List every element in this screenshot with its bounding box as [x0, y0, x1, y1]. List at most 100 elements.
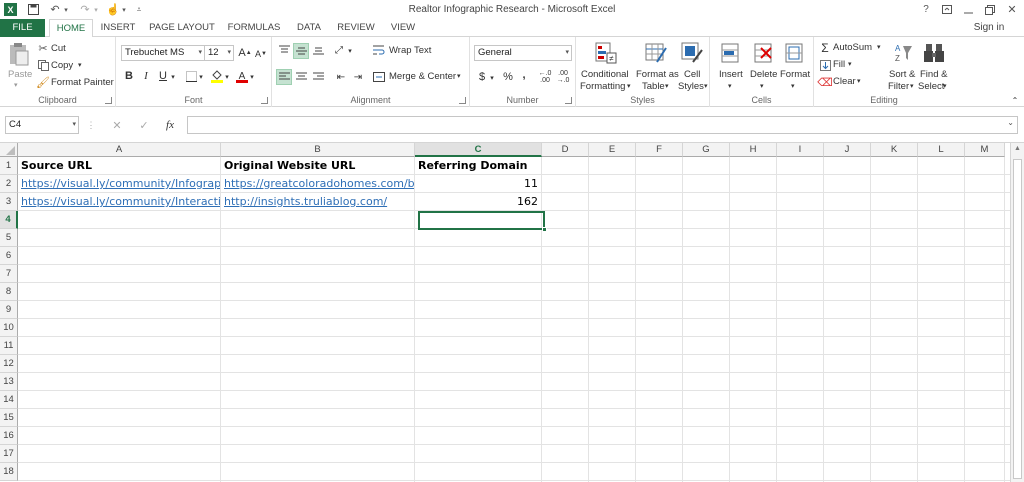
cell-a1[interactable]: Source URL: [18, 157, 220, 175]
currency-button[interactable]: $: [476, 69, 488, 85]
row-header-12[interactable]: 12: [0, 355, 18, 373]
underline-button[interactable]: U: [156, 68, 170, 84]
merge-dropdown-icon[interactable]: ▾: [457, 72, 461, 80]
format-painter-button[interactable]: Format Painter: [51, 77, 114, 88]
column-header-d[interactable]: D: [542, 143, 589, 157]
expand-formula-bar-icon[interactable]: ⌄: [1007, 118, 1014, 127]
conditional-formatting-label-1[interactable]: Conditional: [581, 69, 629, 80]
format-painter-icon[interactable]: 🖌: [36, 76, 50, 89]
italic-button[interactable]: I: [139, 68, 153, 84]
column-header-m[interactable]: M: [965, 143, 1005, 157]
row-header-14[interactable]: 14: [0, 391, 18, 409]
copy-dropdown-icon[interactable]: ▾: [78, 61, 82, 69]
currency-dropdown-icon[interactable]: ▾: [488, 70, 496, 86]
fill-color-icon[interactable]: [210, 67, 224, 85]
merge-center-icon[interactable]: [372, 69, 386, 85]
format-table-dropdown-icon[interactable]: ▾: [665, 82, 669, 90]
close-icon[interactable]: ✕: [1006, 2, 1018, 17]
paste-icon[interactable]: [6, 41, 32, 67]
clear-button[interactable]: Clear: [833, 76, 856, 87]
cell-styles-label-1[interactable]: Cell: [684, 69, 700, 80]
column-header-c[interactable]: C: [415, 143, 542, 157]
name-box[interactable]: C4 ▾: [5, 116, 79, 134]
clear-icon[interactable]: ⌫: [817, 75, 833, 89]
conditional-dropdown-icon[interactable]: ▾: [627, 82, 631, 90]
tab-formulas[interactable]: FORMULAS: [224, 19, 284, 37]
row-header-5[interactable]: 5: [0, 229, 18, 247]
formula-input[interactable]: ⌄: [187, 116, 1018, 134]
sort-filter-dropdown-icon[interactable]: ▾: [910, 82, 914, 90]
format-as-table-icon[interactable]: [644, 41, 668, 65]
font-name-select[interactable]: Trebuchet MS ▾: [121, 45, 205, 61]
font-size-select[interactable]: 12 ▾: [204, 45, 234, 61]
column-header-g[interactable]: G: [683, 143, 730, 157]
column-header-j[interactable]: J: [824, 143, 871, 157]
row-header-9[interactable]: 9: [0, 301, 18, 319]
borders-icon[interactable]: [184, 68, 198, 84]
row-header-16[interactable]: 16: [0, 427, 18, 445]
number-format-select[interactable]: General ▾: [474, 45, 572, 61]
column-header-a[interactable]: A: [18, 143, 221, 157]
column-header-e[interactable]: E: [589, 143, 636, 157]
find-select-label-1[interactable]: Find &: [920, 69, 947, 80]
insert-button[interactable]: Insert: [719, 69, 743, 80]
collapse-ribbon-icon[interactable]: ⌃: [1010, 95, 1020, 105]
row-header-6[interactable]: 6: [0, 247, 18, 265]
align-left-icon[interactable]: [276, 69, 292, 85]
row-header-13[interactable]: 13: [0, 373, 18, 391]
column-header-h[interactable]: H: [730, 143, 777, 157]
sign-in-link[interactable]: Sign in: [964, 19, 1014, 37]
tab-page-layout[interactable]: PAGE LAYOUT: [146, 19, 218, 37]
cut-button[interactable]: Cut: [51, 43, 66, 54]
vertical-scrollbar[interactable]: ▲: [1010, 143, 1024, 482]
delete-dropdown-icon[interactable]: ▾: [760, 82, 764, 90]
confirm-entry-icon[interactable]: ✓: [137, 117, 151, 133]
find-select-dropdown-icon[interactable]: ▾: [943, 82, 947, 90]
borders-dropdown-icon[interactable]: ▾: [197, 69, 205, 85]
find-select-label-2[interactable]: Select: [918, 81, 944, 92]
paste-dropdown-icon[interactable]: ▾: [14, 81, 18, 89]
underline-dropdown-icon[interactable]: ▾: [169, 69, 177, 85]
middle-align-icon[interactable]: [293, 43, 309, 59]
font-color-icon[interactable]: A: [235, 67, 249, 85]
row-header-2[interactable]: 2: [0, 175, 18, 193]
row-header-4[interactable]: 4: [0, 211, 18, 229]
restore-icon[interactable]: [984, 2, 996, 17]
bold-button[interactable]: B: [122, 68, 136, 84]
cell-styles-label-2[interactable]: Styles: [678, 81, 704, 92]
tab-insert[interactable]: INSERT: [98, 19, 138, 37]
cell-b3[interactable]: http://insights.truliablog.com/: [221, 193, 414, 211]
orientation-icon[interactable]: ⤢: [332, 43, 346, 57]
clear-dropdown-icon[interactable]: ▾: [857, 77, 861, 85]
format-as-table-label-2[interactable]: Table: [642, 81, 665, 92]
fill-button[interactable]: Fill: [833, 59, 845, 70]
cell-c2[interactable]: 11: [415, 175, 541, 193]
copy-button[interactable]: Copy: [51, 60, 73, 71]
find-select-icon[interactable]: [922, 41, 946, 65]
top-align-icon[interactable]: [277, 43, 291, 57]
row-header-18[interactable]: 18: [0, 463, 18, 481]
delete-cells-icon[interactable]: [752, 41, 774, 65]
cell-a2[interactable]: https://visual.ly/community/Infographic: [18, 175, 220, 193]
align-center-icon[interactable]: [294, 69, 308, 85]
insert-cells-icon[interactable]: [719, 41, 741, 65]
comma-button[interactable]: ,: [518, 67, 530, 83]
sort-filter-label-2[interactable]: Filter: [888, 81, 909, 92]
scroll-up-icon[interactable]: ▲: [1013, 145, 1022, 155]
conditional-formatting-icon[interactable]: ≠: [594, 41, 618, 65]
cell-b1[interactable]: Original Website URL: [221, 157, 414, 175]
scrollbar-thumb[interactable]: [1013, 159, 1022, 479]
cell-c3[interactable]: 162: [415, 193, 541, 211]
row-header-10[interactable]: 10: [0, 319, 18, 337]
fill-handle[interactable]: [542, 227, 547, 232]
column-header-k[interactable]: K: [871, 143, 918, 157]
delete-button[interactable]: Delete: [750, 69, 777, 80]
tab-view[interactable]: VIEW: [386, 19, 420, 37]
font-launcher-icon[interactable]: [261, 97, 268, 104]
format-dropdown-icon[interactable]: ▾: [791, 82, 795, 90]
column-header-l[interactable]: L: [918, 143, 965, 157]
autosum-button[interactable]: AutoSum: [833, 42, 872, 53]
increase-font-icon[interactable]: A ▲: [238, 45, 252, 61]
cell-b2[interactable]: https://greatcoloradohomes.com/b: [221, 175, 414, 193]
column-header-f[interactable]: F: [636, 143, 683, 157]
